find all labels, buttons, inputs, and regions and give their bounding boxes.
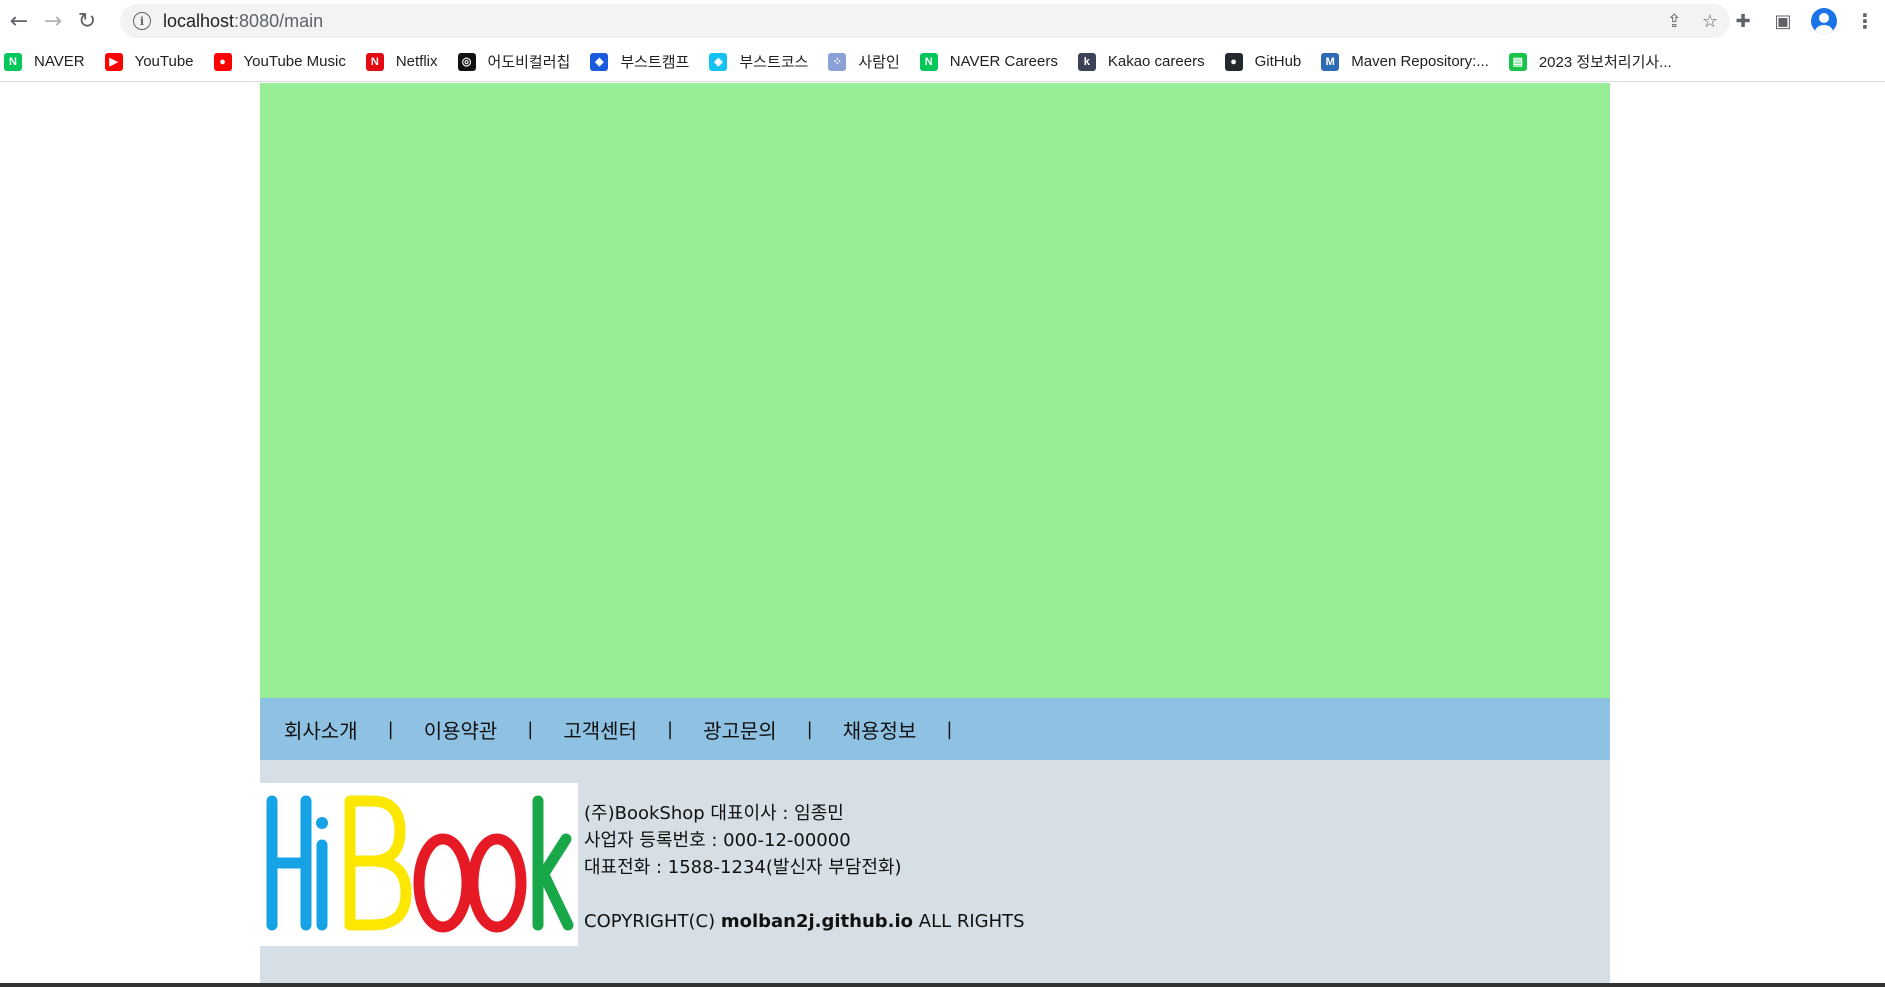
page-container: 회사소개 | 이용약관 | 고객센터 | 광고문의 | 채용정보 | (주)BookShop 대표… (260, 83, 1610, 987)
profile-avatar-icon[interactable] (1811, 8, 1837, 34)
footer-nav-item: 광고문의 | (703, 715, 843, 744)
footer-nav-separator: | (806, 718, 813, 740)
maven-icon: M (1321, 52, 1340, 71)
kakao-icon: k (1077, 52, 1096, 71)
github-icon: ● (1224, 52, 1243, 71)
footer-nav-separator: | (387, 718, 394, 740)
bookmark-item[interactable]: ● GitHub (1224, 52, 1302, 71)
footer-nav-separator: | (946, 718, 953, 740)
logo-letter-o (467, 833, 527, 933)
naver-careers-icon: N (919, 52, 938, 71)
url-host: localhost (163, 10, 235, 31)
copyright-line: COPYRIGHT(C) molban2j.github.io ALL RIGH… (584, 908, 1025, 935)
menu-kebab-icon[interactable]: ⋮ (1853, 9, 1877, 33)
back-arrow-icon[interactable]: ← (2, 4, 36, 38)
adobe-color-icon: ◎ (457, 52, 476, 71)
bookmark-item[interactable]: ▤ 2023 정보처리기사... (1508, 51, 1672, 72)
logo-letter-b (344, 795, 412, 931)
hibook-logo-image (266, 795, 574, 933)
browser-toolbar: ← → ↻ i localhost:8080/main ⇪ ☆ ✚ ▣ ⋮ (0, 0, 1885, 42)
copyright-prefix: COPYRIGHT(C) (584, 911, 721, 932)
bookmark-label: NAVER (34, 53, 85, 70)
note-icon: ▤ (1508, 52, 1527, 71)
footer-nav-item: 이용약관 | (424, 715, 564, 744)
bookmark-label: NAVER Careers (949, 53, 1058, 70)
company-info: (주)BookShop 대표이사 : 임종민 사업자 등록번호 : 000-12… (584, 800, 1025, 935)
logo-letter-k (532, 795, 574, 931)
bookmark-label: Maven Repository:... (1351, 53, 1489, 70)
bookmark-item[interactable]: N Netflix (365, 52, 438, 71)
youtube-icon: ▶ (104, 52, 123, 71)
hero-banner (260, 83, 1610, 698)
bookmark-item[interactable]: M Maven Repository:... (1321, 52, 1489, 71)
netflix-icon: N (365, 52, 384, 71)
bookmark-item[interactable]: N NAVER (4, 52, 85, 71)
bookmark-label: Netflix (395, 53, 438, 70)
bookmark-label: YouTube (134, 53, 194, 70)
company-line-ceo: (주)BookShop 대표이사 : 임종민 (584, 803, 844, 824)
logo-letter-h (266, 795, 312, 931)
bookmark-item[interactable]: k Kakao careers (1077, 52, 1205, 71)
side-panel-icon[interactable]: ▣ (1771, 9, 1795, 33)
extensions-puzzle-icon[interactable]: ✚ (1731, 9, 1755, 33)
logo-letter-o (413, 833, 473, 933)
footer-nav-bar: 회사소개 | 이용약관 | 고객센터 | 광고문의 | 채용정보 | (260, 698, 1610, 760)
saramin-icon: ⁘ (828, 52, 847, 71)
footer-nav-item: 회사소개 | (284, 715, 424, 744)
footer-nav-separator: | (527, 718, 534, 740)
share-icon[interactable]: ⇪ (1667, 11, 1682, 32)
forward-arrow-icon[interactable]: → (36, 4, 70, 38)
footer-nav-link[interactable]: 고객센터 (563, 715, 637, 744)
site-info-icon[interactable]: i (133, 12, 151, 30)
bookmark-item[interactable]: N NAVER Careers (919, 52, 1058, 71)
bookmark-label: Kakao careers (1107, 53, 1205, 70)
boostcourse-icon: ◆ (709, 52, 728, 71)
bookmark-item[interactable]: ◆ 부스트캠프 (590, 51, 689, 72)
bookmark-star-icon[interactable]: ☆ (1702, 11, 1718, 32)
bookmark-item[interactable]: ⁘ 사람인 (828, 51, 900, 72)
bookmark-item[interactable]: ● YouTube Music (213, 52, 346, 71)
bookmark-label: 부스트캠프 (620, 54, 690, 71)
bookmark-label: 어도비컬러칩 (487, 54, 571, 71)
bookmark-label: YouTube Music (243, 53, 346, 70)
url-text[interactable]: localhost:8080/main (163, 11, 323, 32)
footer-nav-link[interactable]: 회사소개 (284, 715, 358, 744)
bookmark-label: 2023 정보처리기사... (1538, 54, 1672, 71)
page-viewport: 회사소개 | 이용약관 | 고객센터 | 광고문의 | 채용정보 | (주)BookShop 대표… (0, 83, 1885, 987)
footer-nav-item: 고객센터 | (563, 715, 703, 744)
reload-icon[interactable]: ↻ (70, 4, 104, 38)
bookmark-label: GitHub (1254, 53, 1302, 70)
naver-icon: N (4, 52, 22, 71)
copyright-site: molban2j.github.io (720, 911, 914, 932)
copyright-suffix: ALL RIGHTS (913, 911, 1025, 932)
bookmark-label: 부스트코스 (739, 54, 809, 71)
footer-nav-link[interactable]: 이용약관 (424, 715, 498, 744)
hibook-logo[interactable] (260, 783, 578, 946)
logo-letter-i-dot (316, 817, 328, 829)
footer-nav-separator: | (666, 718, 674, 740)
bookmark-label: 사람인 (858, 54, 900, 71)
company-line-phone: 대표전화 : 1588-1234(발신자 부담전화) (584, 857, 902, 878)
bottom-edge (0, 983, 1885, 987)
footer-nav-item: 채용정보 | (843, 715, 983, 744)
youtube-music-icon: ● (213, 52, 232, 71)
footer-nav-link[interactable]: 채용정보 (843, 715, 917, 744)
bookmark-item[interactable]: ◆ 부스트코스 (709, 51, 808, 72)
bookmarks-bar: N NAVER ▶ YouTube ● YouTube Music N Netflix ◎ 어도비… (0, 42, 1885, 82)
bookmark-item[interactable]: ▶ YouTube (104, 52, 194, 71)
boostcamp-icon: ◆ (590, 52, 609, 71)
company-line-registration: 사업자 등록번호 : 000-12-00000 (584, 830, 851, 851)
url-path: :8080/main (234, 10, 324, 31)
footer-nav-link[interactable]: 광고문의 (703, 715, 777, 744)
footer-info: (주)BookShop 대표이사 : 임종민 사업자 등록번호 : 000-12… (260, 760, 1610, 987)
bookmark-item[interactable]: ◎ 어도비컬러칩 (457, 51, 571, 72)
address-bar[interactable]: i localhost:8080/main ⇪ ☆ (120, 4, 1730, 38)
